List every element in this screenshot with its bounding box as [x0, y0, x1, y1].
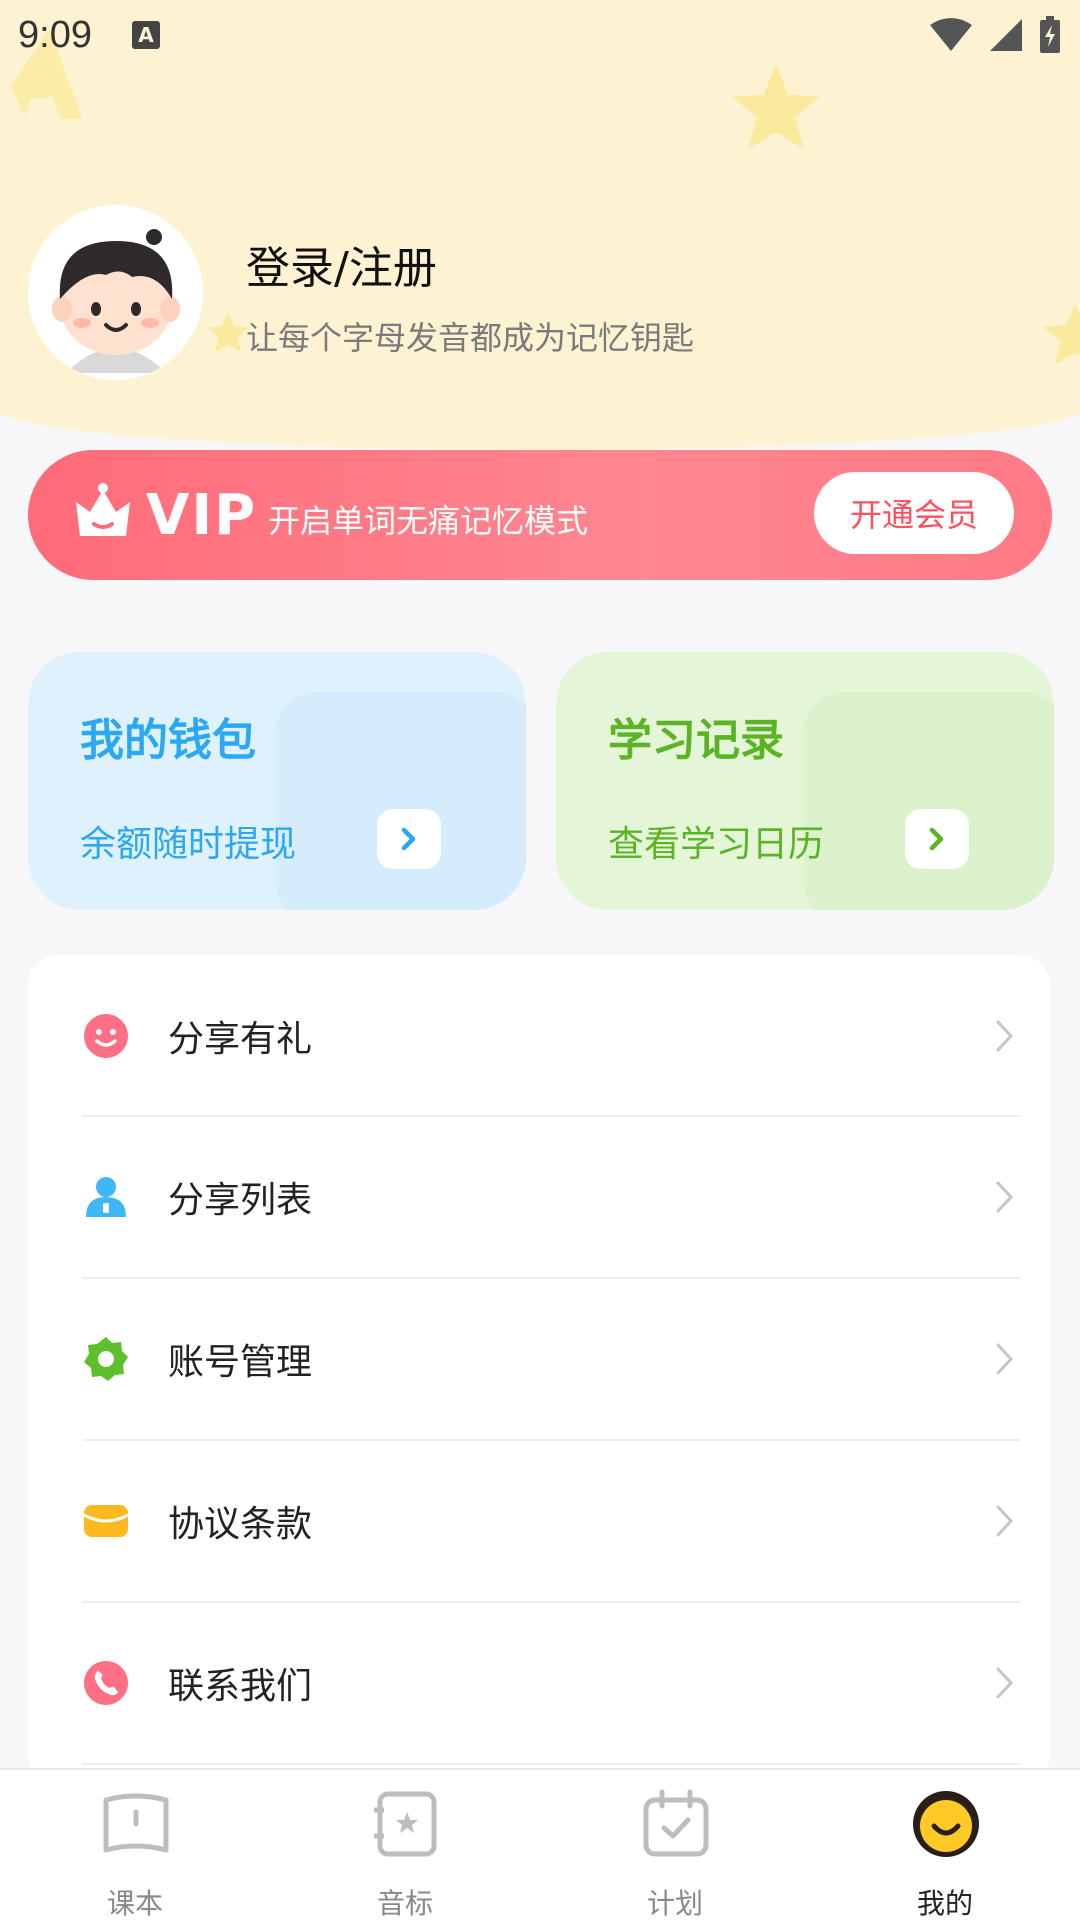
- boy-avatar-icon: [51, 228, 180, 373]
- menu-list: 分享有礼 分享列表 账号管理 协议条款 联系我们: [28, 955, 1050, 1785]
- book-icon: [103, 1793, 169, 1853]
- profile-subtitle: 让每个字母发音都成为记忆钥匙: [246, 319, 695, 357]
- chevron-right-icon: [996, 1181, 1014, 1212]
- menu-item-contact-us[interactable]: 联系我们: [28, 1602, 1050, 1763]
- chevron-right-icon: [996, 1505, 1014, 1536]
- status-bar: 9:09 A: [0, 0, 1080, 70]
- profile-smile-icon: [913, 1791, 979, 1857]
- nav-label: 课本: [106, 1887, 163, 1920]
- chevron-right-icon: [401, 827, 416, 851]
- menu-item-label: 联系我们: [168, 1665, 313, 1707]
- open-membership-button[interactable]: 开通会员: [814, 472, 1014, 554]
- star-decoration-icon: [206, 312, 250, 353]
- login-register-link[interactable]: 登录/注册: [246, 232, 437, 296]
- menu-item-share-gift[interactable]: 分享有礼: [28, 955, 1050, 1116]
- menu-item-account-management[interactable]: 账号管理: [28, 1278, 1050, 1439]
- nav-tab-plan[interactable]: 计划: [575, 1770, 775, 1920]
- card-icon: [83, 1504, 129, 1537]
- phonetic-icon: [374, 1791, 437, 1857]
- study-decoration: [804, 692, 1054, 910]
- study-record-card[interactable]: 学习记录 查看学习日历: [556, 652, 1054, 910]
- star-decoration-icon: [731, 64, 821, 150]
- avatar[interactable]: [28, 205, 203, 380]
- study-arrow-button[interactable]: [905, 809, 969, 869]
- wallet-arrow-button[interactable]: [377, 809, 441, 869]
- person-icon: [86, 1176, 126, 1217]
- menu-item-label: 分享有礼: [168, 1018, 313, 1060]
- vip-label: VIP: [146, 483, 258, 548]
- chevron-right-icon: [996, 1020, 1014, 1051]
- chevron-right-icon: [996, 1667, 1014, 1698]
- vip-description: 开启单词无痛记忆模式: [268, 502, 589, 540]
- divider: [82, 1763, 1020, 1765]
- menu-item-label: 分享列表: [168, 1179, 313, 1221]
- smile-icon: [84, 1013, 128, 1058]
- wallet-title: 我的钱包: [80, 715, 256, 766]
- nav-tab-mine[interactable]: 我的: [845, 1770, 1045, 1920]
- nav-tab-textbook[interactable]: 课本: [35, 1770, 235, 1920]
- menu-item-share-list[interactable]: 分享列表: [28, 1116, 1050, 1277]
- nav-tab-phonetic[interactable]: 音标: [305, 1770, 505, 1920]
- crown-icon: [76, 483, 130, 536]
- gear-icon: [84, 1336, 128, 1381]
- notification-icon: A: [131, 21, 160, 49]
- bottom-nav: 课本 音标 计划 我的: [0, 1768, 1080, 1920]
- wallet-card[interactable]: 我的钱包 余额随时提现: [28, 652, 526, 910]
- status-time: 9:09: [18, 13, 92, 56]
- chevron-right-icon: [996, 1343, 1014, 1374]
- menu-item-label: 账号管理: [168, 1341, 313, 1383]
- signal-icon: [990, 19, 1022, 51]
- menu-item-terms[interactable]: 协议条款: [28, 1440, 1050, 1601]
- study-subtitle: 查看学习日历: [608, 824, 825, 865]
- wifi-icon: [930, 18, 972, 51]
- nav-label: 音标: [376, 1887, 433, 1920]
- star-decoration-icon: [1042, 303, 1080, 366]
- calendar-icon: [643, 1789, 709, 1857]
- phone-icon: [84, 1660, 128, 1705]
- wallet-decoration: [276, 692, 526, 910]
- menu-item-label: 协议条款: [168, 1503, 313, 1545]
- wallet-subtitle: 余额随时提现: [80, 824, 297, 865]
- battery-icon: [1040, 16, 1060, 53]
- study-title: 学习记录: [608, 715, 784, 766]
- nav-label: 我的: [916, 1887, 973, 1920]
- chevron-right-icon: [929, 827, 944, 851]
- nav-label: 计划: [646, 1887, 703, 1920]
- vip-banner[interactable]: VIP 开启单词无痛记忆模式 开通会员: [28, 450, 1052, 580]
